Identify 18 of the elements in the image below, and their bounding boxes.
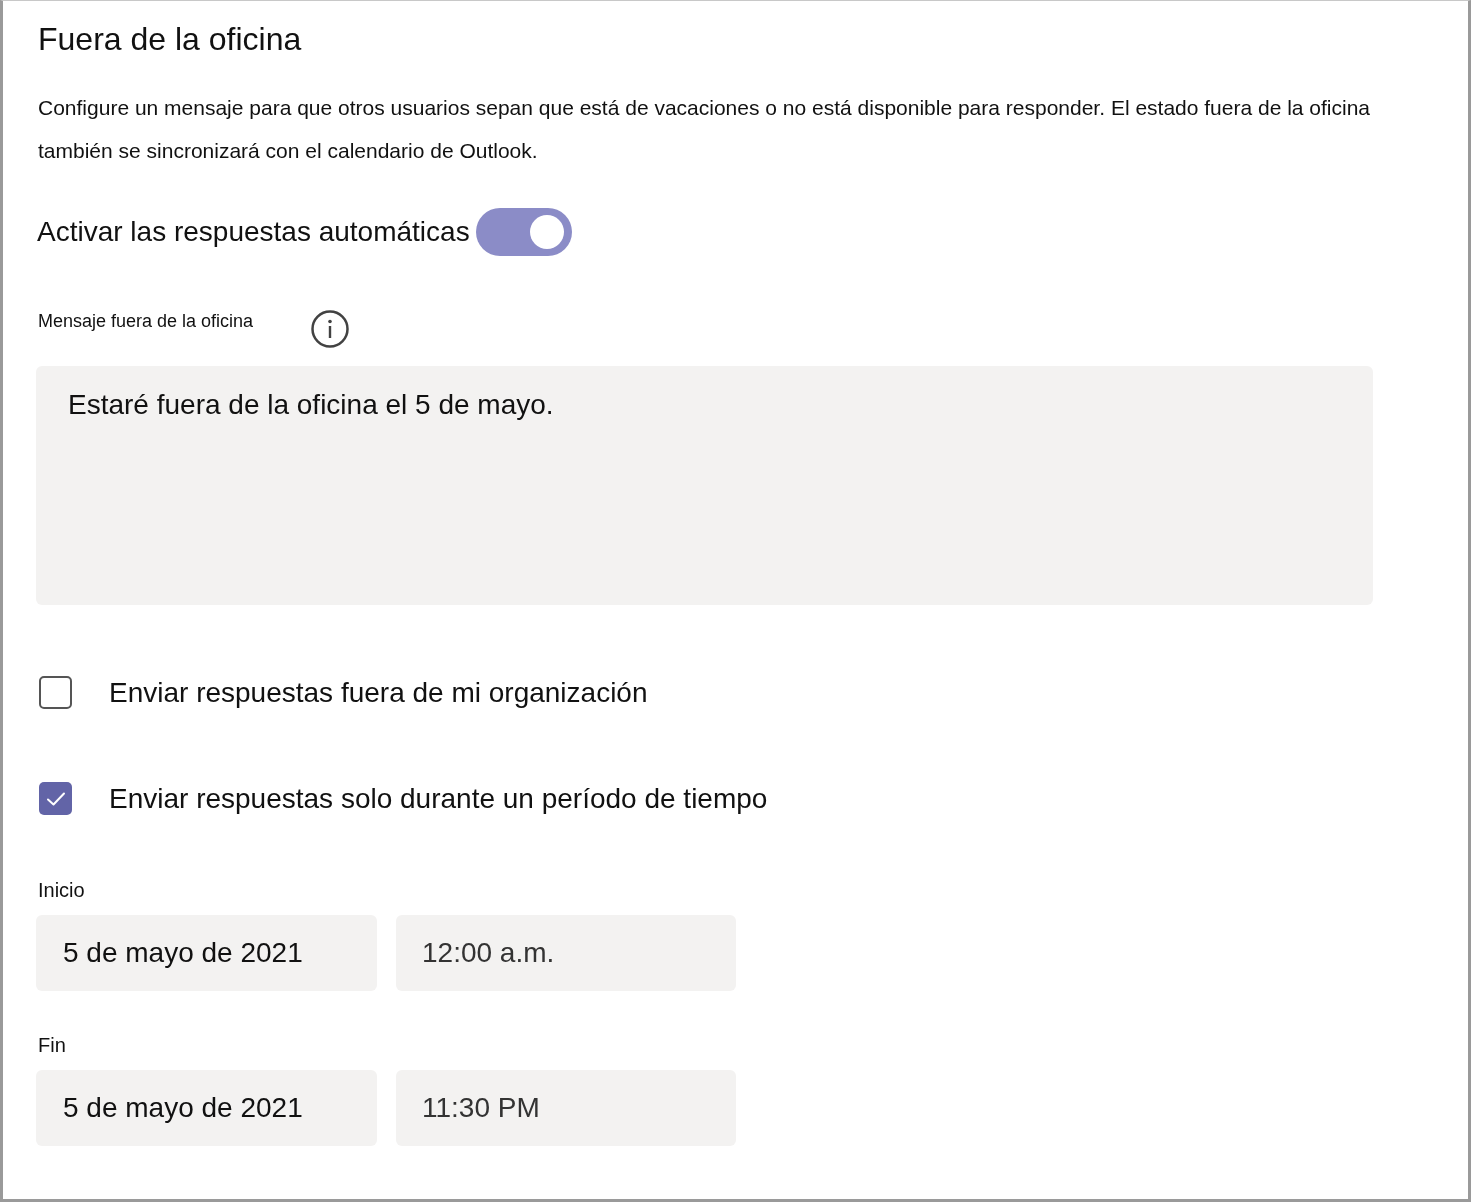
time-field[interactable]: 11:30 PM bbox=[396, 1070, 736, 1146]
description-text: Configure un mensaje para que otros usuarios sepan que está de vacaciones o no está disponible para responder. El estado fuera de la oficina también se sincronizará con el calendario de Outlook. bbox=[38, 95, 1372, 164]
toggle-label: Activar las respuestas automáticas bbox=[37, 215, 470, 249]
time-field[interactable]: 12:00 a.m. bbox=[396, 915, 736, 991]
message-field[interactable]: Estaré fuera de la oficina el 5 de mayo. bbox=[36, 366, 1373, 605]
date-field[interactable]: 5 de mayo de 2021 bbox=[36, 915, 377, 991]
checkbox-label: Enviar respuestas fuera de mi organización bbox=[109, 675, 648, 710]
info-icon[interactable] bbox=[311, 310, 350, 348]
check-icon bbox=[45, 790, 66, 807]
field-label: Fin bbox=[38, 1033, 66, 1057]
checkbox-label: Enviar respuestas solo durante un período de tiempo bbox=[109, 781, 768, 816]
toggle-switch[interactable] bbox=[475, 208, 572, 256]
checkbox[interactable] bbox=[39, 782, 72, 815]
date-field[interactable]: 5 de mayo de 2021 bbox=[36, 1070, 377, 1146]
dialog-title: Fuera de la oficina bbox=[38, 20, 302, 59]
checkbox[interactable] bbox=[39, 676, 72, 709]
field-label: Inicio bbox=[38, 878, 85, 902]
field-label: Mensaje fuera de la oficina bbox=[38, 310, 254, 332]
